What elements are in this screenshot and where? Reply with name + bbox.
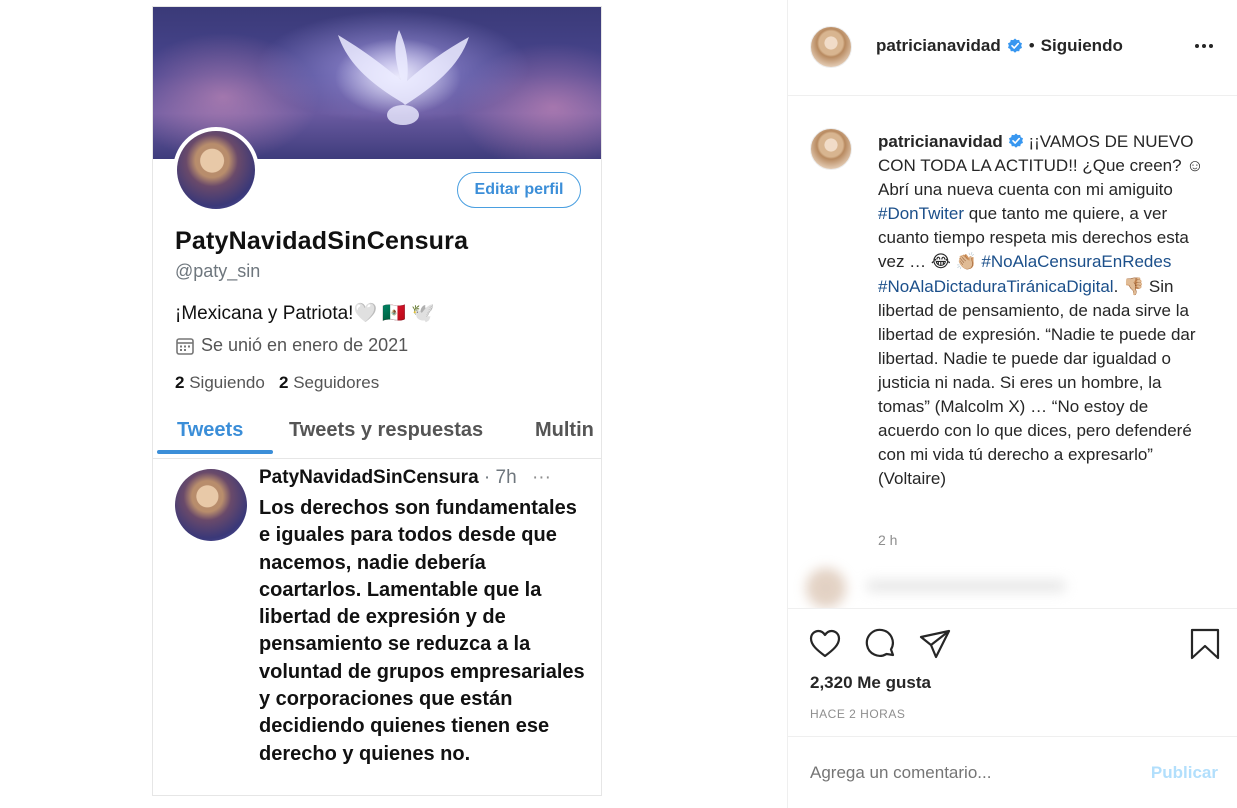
active-tab-indicator <box>157 450 273 454</box>
verified-badge-icon <box>1007 38 1022 53</box>
post-media[interactable]: Editar perfil PatyNavidadSinCensura @pat… <box>0 0 787 808</box>
joined-text: Se unió en enero de 2021 <box>201 335 409 355</box>
dove-icon <box>338 30 469 125</box>
tab-multimedia: Multin <box>535 419 594 441</box>
caption-body-3: . 👎🏼 Sin libertad de pensamiento, de nad… <box>878 276 1196 489</box>
caption-avatar[interactable] <box>810 128 852 170</box>
comment-input[interactable] <box>810 763 1130 783</box>
calendar-icon <box>176 337 194 355</box>
author-username[interactable]: patricianavidad <box>876 36 1001 56</box>
tweet-text: Los derechos son fundamentales e iguales… <box>259 497 585 765</box>
caption-text: patricianavidad ¡¡VAMOS DE NUEVO CON TOD… <box>878 130 1208 491</box>
blurred-comment <box>806 566 1216 608</box>
hashtag-noalacensura[interactable]: #NoAlaCensuraEnRedes <box>981 252 1171 271</box>
author-line: patricianavidad • Siguiendo <box>876 36 1123 56</box>
comment-bar: Publicar <box>788 736 1237 808</box>
likes-count[interactable]: 2,320 Me gusta <box>810 673 931 693</box>
post-sidebar: patricianavidad • Siguiendo patricianavi… <box>787 0 1237 808</box>
following-count: 2 <box>175 373 185 392</box>
post-actions: 2,320 Me gusta HACE 2 HORAS <box>788 608 1237 736</box>
tweet-header: PatyNavidadSinCensura · 7h ··· <box>259 467 551 489</box>
profile-bio: ¡Mexicana y Patriota!🤍 🇲🇽 🕊️ <box>175 303 435 324</box>
share-icon[interactable] <box>918 627 952 661</box>
hashtag-noaladictadura[interactable]: #NoAlaDictaduraTiránicaDigital <box>878 277 1114 296</box>
following-button[interactable]: Siguiendo <box>1041 36 1123 56</box>
twitter-profile-screenshot: Editar perfil PatyNavidadSinCensura @pat… <box>152 6 602 796</box>
profile-display-name: PatyNavidadSinCensura <box>175 227 469 255</box>
tab-tweets: Tweets <box>177 419 244 441</box>
publish-button[interactable]: Publicar <box>1151 763 1218 783</box>
post-time-ago: HACE 2 HORAS <box>810 707 906 721</box>
tab-tweets-replies: Tweets y respuestas <box>289 419 484 441</box>
followers-label: Seguidores <box>293 373 380 392</box>
caption-username[interactable]: patricianavidad <box>878 132 1003 151</box>
followers-count: 2 <box>279 373 289 392</box>
header-separator: • <box>1028 36 1035 55</box>
post-header: patricianavidad • Siguiendo <box>788 0 1237 96</box>
caption-timestamp: 2 h <box>878 532 898 548</box>
tweet-more-icon: ··· <box>531 467 551 488</box>
hashtag-dontwiter[interactable]: #DonTwiter <box>878 204 964 223</box>
bookmark-icon[interactable] <box>1188 627 1222 661</box>
verified-badge-icon <box>1008 133 1023 148</box>
tweet-avatar <box>175 469 247 541</box>
comment-icon[interactable] <box>864 627 898 661</box>
more-options-icon[interactable] <box>1192 34 1216 58</box>
edit-profile-button: Editar perfil <box>457 172 581 208</box>
tweet-author: PatyNavidadSinCensura <box>259 467 479 488</box>
profile-handle: @paty_sin <box>175 261 261 281</box>
profile-joined: Se unió en enero de 2021 <box>175 335 408 356</box>
profile-follow-counts: 2 Siguiendo 2 Seguidores <box>175 373 379 393</box>
following-label: Siguiendo <box>189 373 265 392</box>
profile-avatar <box>173 127 259 213</box>
tweet-time: · 7h <box>483 467 517 488</box>
author-avatar[interactable] <box>810 26 852 68</box>
caption-section: patricianavidad ¡¡VAMOS DE NUEVO CON TOD… <box>788 96 1237 608</box>
heart-icon[interactable] <box>808 627 842 661</box>
